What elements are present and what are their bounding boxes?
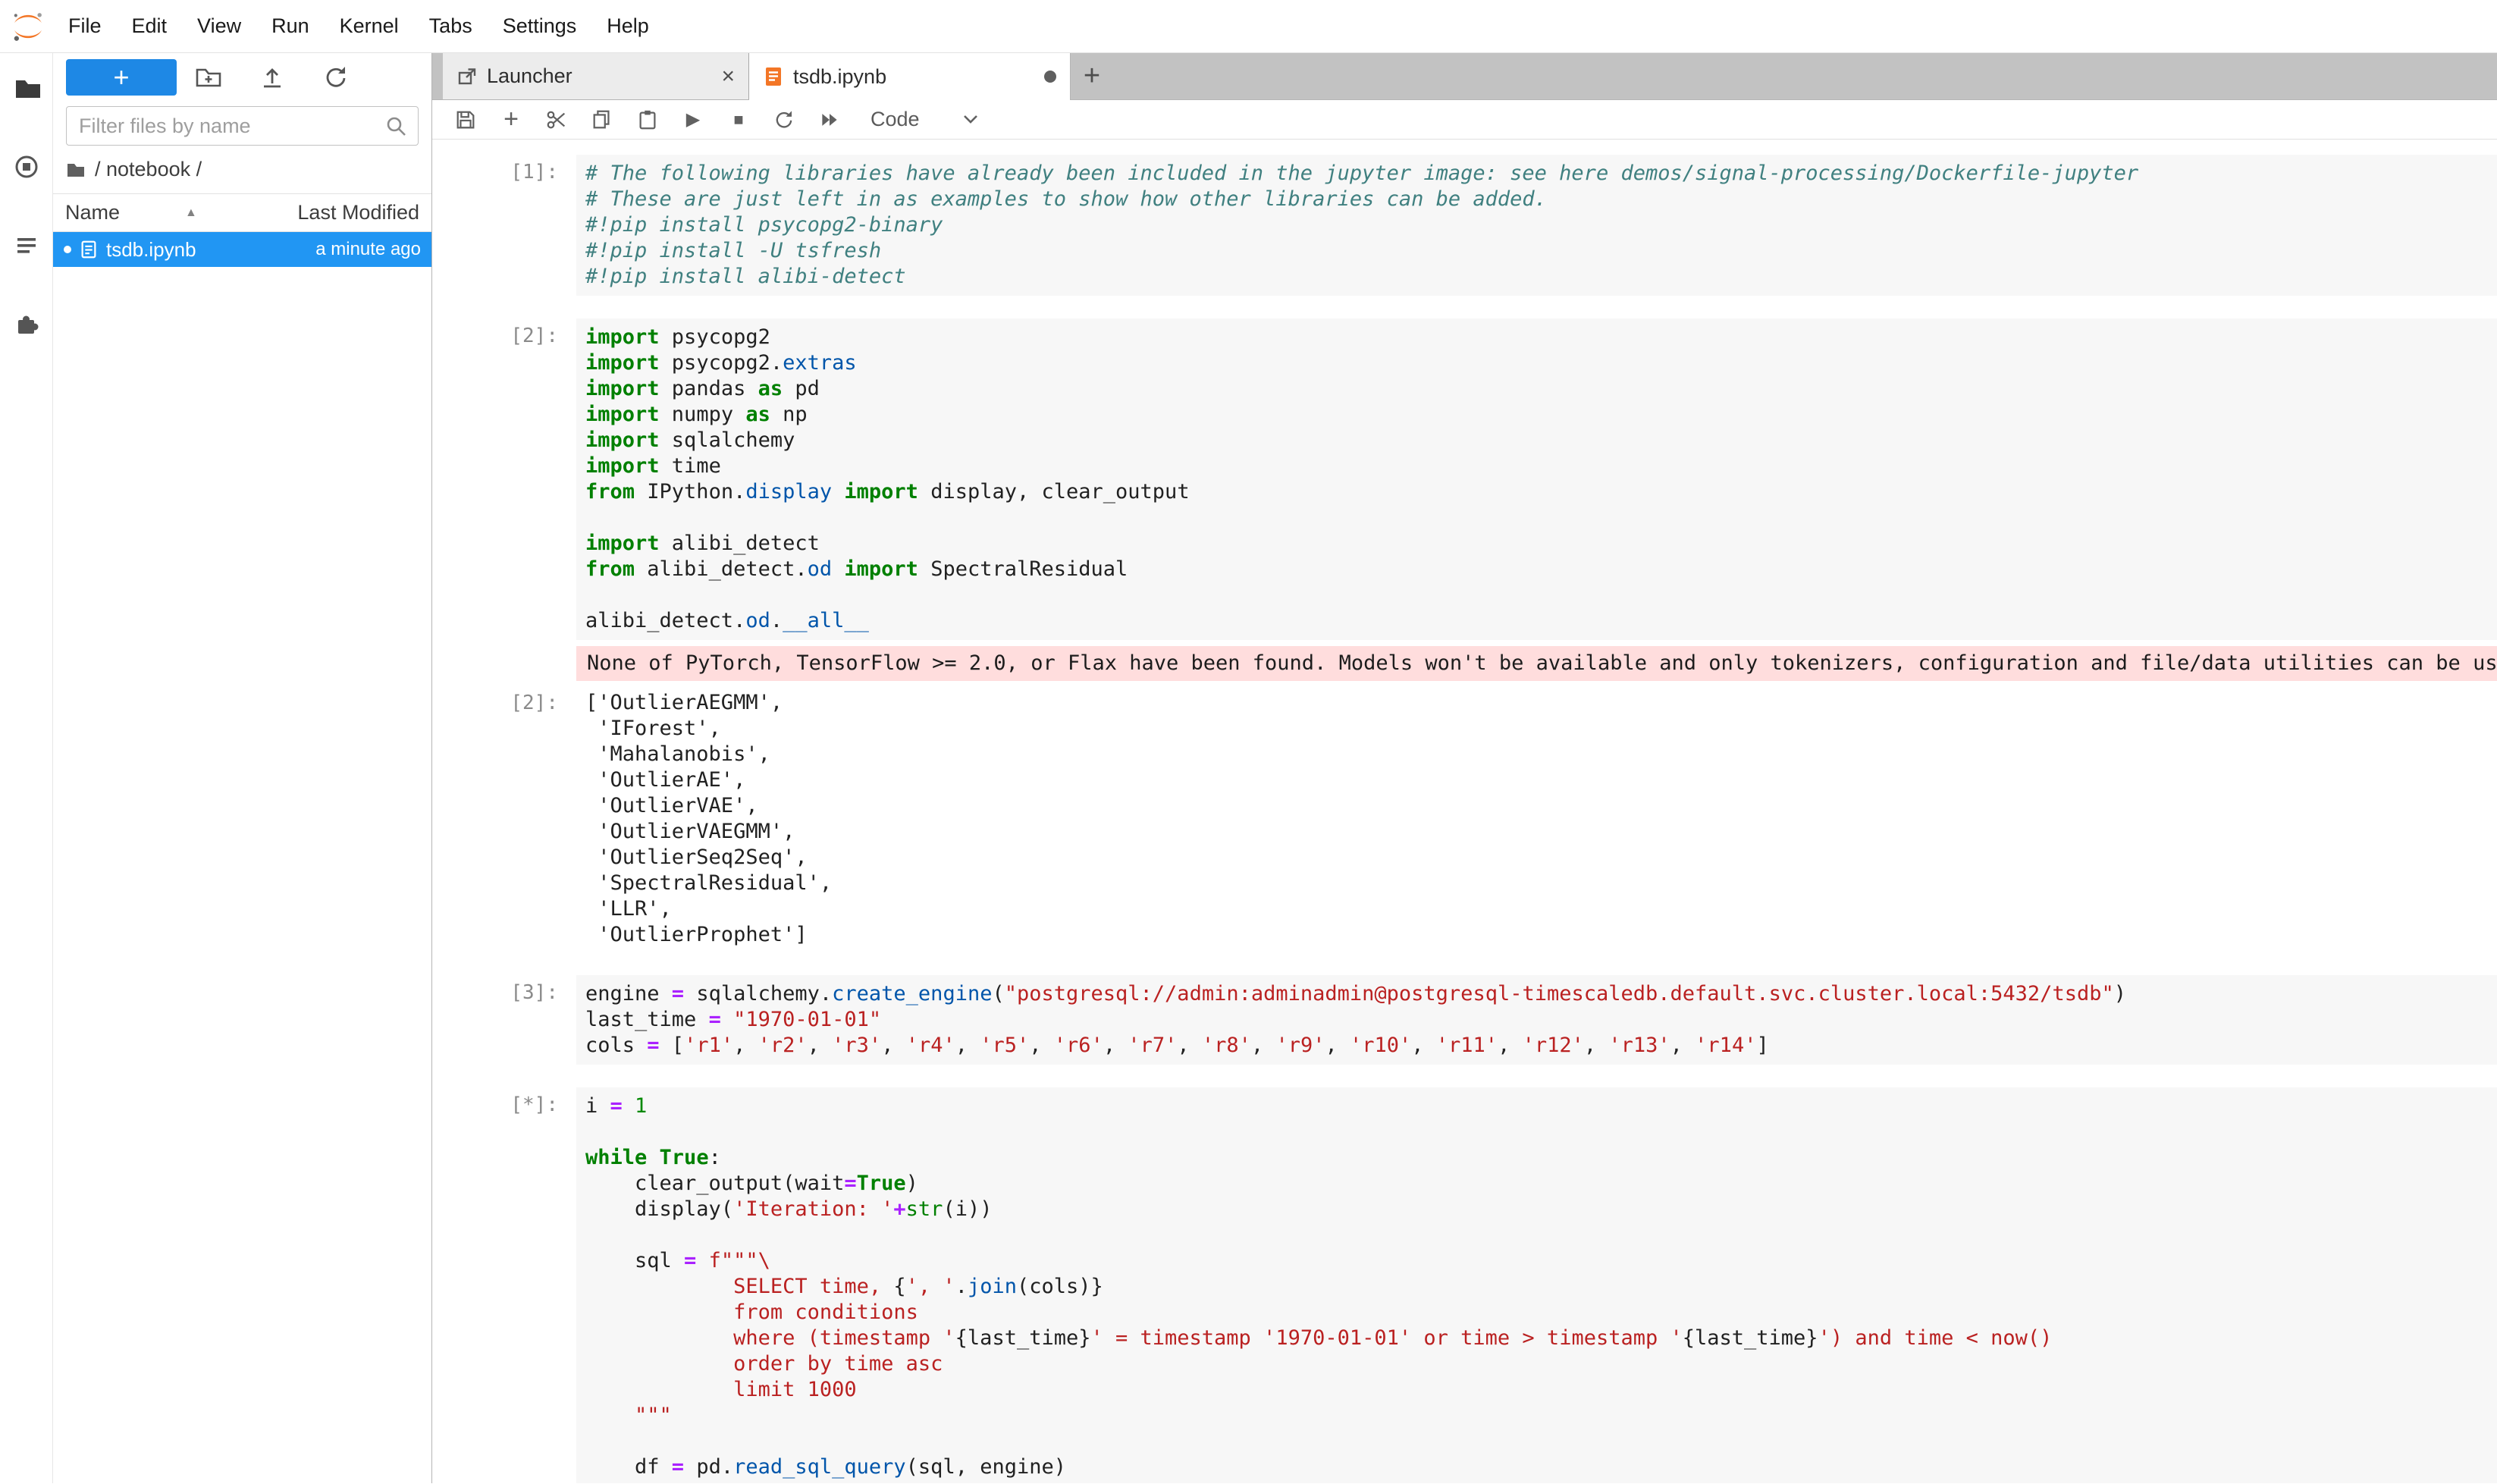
save-button[interactable]	[449, 103, 482, 136]
restart-kernel-button[interactable]	[767, 103, 801, 136]
upload-button[interactable]	[251, 59, 293, 96]
launcher-icon	[456, 66, 478, 87]
restart-icon	[773, 108, 795, 131]
tab-tsdb-notebook[interactable]: tsdb.ipynb	[749, 53, 1071, 100]
add-cell-button[interactable]: +	[494, 103, 528, 136]
file-filter-input[interactable]	[77, 114, 384, 139]
open-file-dot	[64, 246, 71, 253]
upload-icon	[259, 64, 286, 91]
menu-item-tabs[interactable]: Tabs	[414, 14, 488, 38]
file-modified: a minute ago	[315, 239, 421, 260]
copy-cells-button[interactable]	[585, 103, 619, 136]
notebook-cell: [3]:engine = sqlalchemy.create_engine("p…	[432, 975, 2497, 1065]
menu-item-file[interactable]: File	[53, 14, 117, 38]
file-name: tsdb.ipynb	[106, 238, 196, 262]
sidebar-item-extensions[interactable]	[0, 293, 53, 356]
run-button[interactable]: ▶	[676, 103, 710, 136]
tab-launcher[interactable]: Launcher ×	[443, 53, 749, 99]
cut-cells-button[interactable]	[540, 103, 573, 136]
notebook-toolbar: +	[432, 100, 2497, 140]
notebook-cell: [*]:i = 1while True: clear_output(wait=T…	[432, 1087, 2497, 1483]
cell-input-prompt: [3]:	[432, 975, 576, 1065]
stop-button[interactable]: ■	[722, 103, 755, 136]
new-folder-icon	[194, 64, 223, 91]
cell-output: ['OutlierAEGMM', 'IForest', 'Mahalanobis…	[576, 686, 2497, 952]
sidebar-item-table-of-contents[interactable]	[0, 214, 53, 278]
restart-and-run-all-button[interactable]	[813, 103, 846, 136]
file-browser-panel: +	[53, 53, 432, 1483]
stderr-output: None of PyTorch, TensorFlow >= 2.0, or F…	[576, 646, 2497, 681]
cell-code-editor[interactable]: import psycopg2import psycopg2.extrasimp…	[576, 318, 2497, 640]
cell-input-prompt: [2]:	[432, 318, 576, 640]
cell-input-prompt: [1]:	[432, 155, 576, 296]
cell-output-prompt: [2]:	[432, 686, 576, 952]
new-tab-button[interactable]: +	[1071, 53, 1113, 99]
jupyter-logo	[11, 9, 45, 44]
chevron-down-icon	[962, 115, 979, 125]
close-icon[interactable]: ×	[721, 64, 735, 89]
notebook-file-icon	[79, 239, 99, 260]
cell-code-editor[interactable]: i = 1while True: clear_output(wait=True)…	[576, 1087, 2497, 1483]
search-icon	[384, 115, 407, 137]
menu-item-settings[interactable]: Settings	[488, 14, 592, 38]
new-launcher-button[interactable]: +	[66, 59, 177, 96]
save-icon	[454, 108, 477, 131]
puzzle-icon	[13, 311, 40, 338]
notebook-cells: [1]:# The following libraries have alrea…	[432, 140, 2497, 1483]
refresh-button[interactable]	[315, 59, 357, 96]
sidebar-item-running-kernels[interactable]	[0, 135, 53, 199]
folder-icon	[13, 74, 40, 102]
cut-icon	[545, 108, 568, 131]
menu-item-edit[interactable]: Edit	[117, 14, 183, 38]
paste-cells-button[interactable]	[631, 103, 664, 136]
sort-ascending-icon[interactable]: ▲	[185, 206, 197, 220]
left-sidebar	[0, 53, 53, 1483]
main-area: Launcher × tsdb.ipynb +	[432, 53, 2497, 1483]
cell-type-value: Code	[870, 108, 920, 131]
running-kernels-icon	[13, 153, 40, 180]
breadcrumb-path: / notebook /	[95, 158, 202, 181]
copy-icon	[591, 108, 613, 131]
new-folder-button[interactable]	[187, 59, 230, 96]
fast-forward-icon	[819, 109, 840, 130]
cell-input-prompt: [*]:	[432, 1087, 576, 1483]
menu-item-help[interactable]: Help	[591, 14, 664, 38]
notebook-cell: [1]:# The following libraries have alrea…	[432, 155, 2497, 296]
refresh-icon	[322, 64, 350, 91]
folder-icon	[66, 161, 86, 179]
cell-type-dropdown[interactable]: Code	[870, 108, 979, 131]
menu-item-kernel[interactable]: Kernel	[325, 14, 414, 38]
tab-label: Launcher	[487, 64, 572, 88]
sidebar-item-file-browser[interactable]	[0, 56, 53, 120]
file-list-header: Name ▲ Last Modified	[53, 193, 431, 232]
notebook-icon	[763, 65, 784, 88]
file-row-tsdb-ipynb[interactable]: tsdb.ipynb a minute ago	[53, 232, 431, 267]
menu-bar: File Edit View Run Kernel Tabs Settings …	[0, 0, 2497, 53]
file-browser-toolbar: +	[53, 53, 431, 99]
menu-item-run[interactable]: Run	[256, 14, 325, 38]
paste-icon	[636, 108, 659, 131]
column-name[interactable]: Name	[65, 201, 120, 224]
column-last-modified[interactable]: Last Modified	[297, 201, 419, 224]
breadcrumb[interactable]: / notebook /	[53, 149, 431, 189]
unsaved-changes-dot	[1044, 71, 1056, 83]
notebook-cell: [2]:import psycopg2import psycopg2.extra…	[432, 318, 2497, 952]
list-icon	[13, 232, 40, 259]
file-filter-box	[66, 106, 419, 146]
cell-code-editor[interactable]: engine = sqlalchemy.create_engine("postg…	[576, 975, 2497, 1065]
cell-code-editor[interactable]: # The following libraries have already b…	[576, 155, 2497, 296]
tab-bar: Launcher × tsdb.ipynb +	[432, 53, 2497, 100]
tab-label: tsdb.ipynb	[793, 65, 886, 89]
menu-item-view[interactable]: View	[182, 14, 256, 38]
